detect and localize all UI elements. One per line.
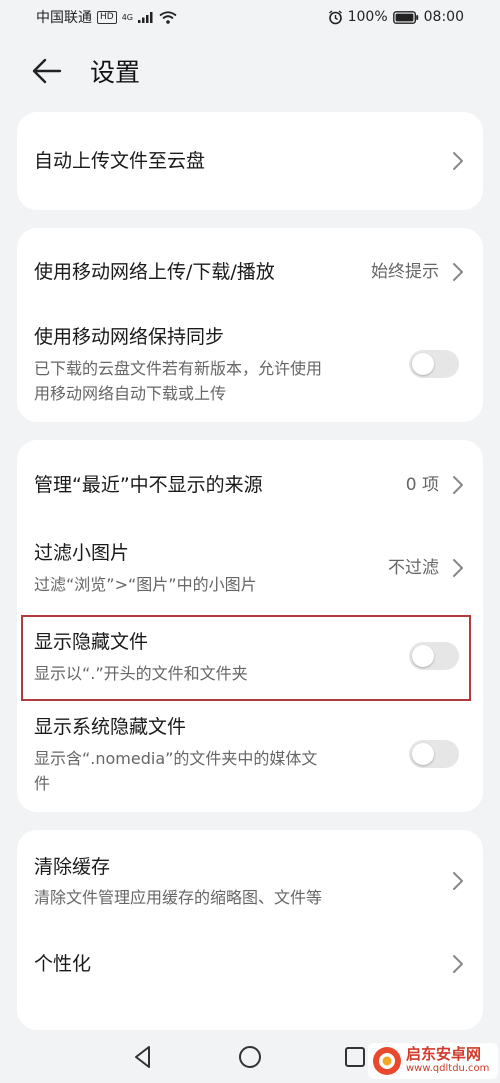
- chevron-right-icon: [453, 559, 463, 577]
- card-misc: 清除缓存 清除文件管理应用缓存的缩略图、文件等 个性化: [17, 830, 483, 1030]
- clear-cache-sub: 清除文件管理应用缓存的缩略图、文件等: [34, 888, 323, 907]
- mobile-sync-title: 使用移动网络保持同步: [34, 326, 225, 348]
- row-filter-small[interactable]: 过滤小图片 过滤“浏览”>“图片”中的小图片 不过滤: [17, 528, 483, 616]
- show-hidden-sub: 显示以“.”开头的文件和文件夹: [34, 664, 248, 683]
- nav-back-button[interactable]: [128, 1042, 158, 1072]
- watermark: 启东安卓网 www.qdltdu.com: [368, 1043, 498, 1079]
- watermark-logo-icon: [373, 1047, 401, 1075]
- mobile-network-title: 使用移动网络上传/下载/播放: [34, 261, 275, 283]
- signal-icon: [138, 12, 153, 23]
- page-title: 设置: [90, 58, 141, 87]
- row-show-system-hidden: 显示系统隐藏文件 显示含“.nomedia”的文件夹中的媒体文 件: [17, 704, 483, 812]
- wifi-icon: [159, 10, 177, 24]
- show-hidden-toggle[interactable]: [409, 642, 459, 670]
- show-system-hidden-sub-line2: 件: [34, 774, 51, 793]
- row-mobile-network[interactable]: 使用移动网络上传/下载/播放 始终提示: [17, 228, 483, 316]
- alarm-icon: [328, 9, 342, 24]
- clock-time: 08:00: [423, 9, 464, 25]
- toggle-knob: [412, 353, 434, 375]
- nav-recent-button[interactable]: [340, 1042, 370, 1072]
- filter-small-value: 不过滤: [388, 558, 439, 578]
- battery-percent: 100%: [347, 9, 388, 25]
- square-recent-icon: [345, 1047, 365, 1067]
- status-left: 中国联通 HD 4G: [36, 7, 177, 27]
- filter-small-sub: 过滤“浏览”>“图片”中的小图片: [34, 575, 257, 594]
- row-mobile-sync: 使用移动网络保持同步 已下载的云盘文件若有新版本，允许使用 用移动网络自动下载或…: [17, 316, 483, 422]
- auto-upload-title: 自动上传文件至云盘: [34, 150, 206, 172]
- mobile-sync-sub-line1: 已下载的云盘文件若有新版本，允许使用: [34, 359, 323, 378]
- circle-home-icon: [239, 1046, 261, 1068]
- nav-home-button[interactable]: [235, 1042, 265, 1072]
- show-system-hidden-toggle[interactable]: [409, 740, 459, 768]
- chevron-right-icon: [453, 476, 463, 494]
- arrow-left-icon: [32, 58, 62, 84]
- triangle-back-icon: [135, 1046, 150, 1068]
- filter-small-title: 过滤小图片: [34, 542, 130, 564]
- card-mobile: 使用移动网络上传/下载/播放 始终提示 使用移动网络保持同步 已下载的云盘文件若…: [17, 228, 483, 422]
- chevron-right-icon: [453, 152, 463, 170]
- show-system-hidden-sub-line1: 显示含“.nomedia”的文件夹中的媒体文: [34, 749, 318, 768]
- show-system-hidden-title: 显示系统隐藏文件: [34, 716, 187, 738]
- mobile-network-value: 始终提示: [371, 262, 439, 282]
- show-hidden-title: 显示隐藏文件: [34, 631, 149, 653]
- chevron-right-icon: [453, 955, 463, 973]
- back-button[interactable]: [30, 56, 70, 90]
- watermark-url: www.qdltdu.com: [406, 1063, 490, 1074]
- personalize-title: 个性化: [34, 953, 92, 975]
- card-display: 管理“最近”中不显示的来源 0 项 过滤小图片 过滤“浏览”>“图片”中的小图片…: [17, 440, 483, 812]
- row-recent-sources[interactable]: 管理“最近”中不显示的来源 0 项: [17, 440, 483, 528]
- page-header: 设置: [0, 50, 500, 96]
- carrier-name: 中国联通: [36, 10, 92, 26]
- row-show-hidden: 显示隐藏文件 显示以“.”开头的文件和文件夹: [17, 616, 483, 704]
- mobile-sync-sub-line2: 用移动网络自动下载或上传: [34, 384, 227, 403]
- row-personalize[interactable]: 个性化: [17, 926, 483, 1006]
- status-bar: 中国联通 HD 4G 100% 08:00: [0, 0, 500, 34]
- clear-cache-title: 清除缓存: [34, 856, 111, 878]
- network-type: 4G: [121, 12, 133, 22]
- toggle-knob: [412, 743, 434, 765]
- chevron-right-icon: [453, 872, 463, 890]
- recent-sources-title: 管理“最近”中不显示的来源: [34, 474, 263, 496]
- watermark-name: 启东安卓网: [406, 1045, 482, 1063]
- card-upload: 自动上传文件至云盘: [17, 112, 483, 210]
- battery-icon: [392, 10, 418, 24]
- row-auto-upload[interactable]: 自动上传文件至云盘: [17, 112, 483, 210]
- status-right: 100% 08:00: [328, 9, 464, 25]
- row-clear-cache[interactable]: 清除缓存 清除文件管理应用缓存的缩略图、文件等: [17, 830, 483, 926]
- toggle-knob: [412, 645, 434, 667]
- hd-badge: HD: [97, 10, 117, 24]
- chevron-right-icon: [453, 263, 463, 281]
- mobile-sync-toggle[interactable]: [409, 350, 459, 378]
- recent-sources-value: 0 项: [405, 475, 439, 495]
